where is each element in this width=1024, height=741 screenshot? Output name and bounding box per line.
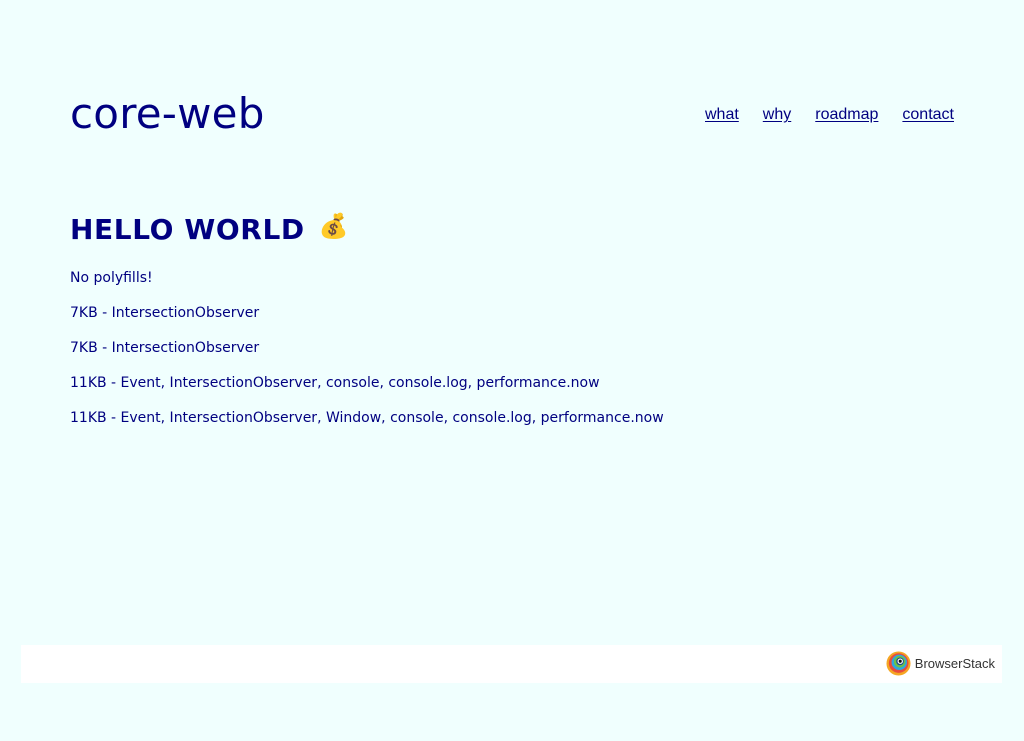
hero-title: HELLO WORLD 💰 — [70, 210, 930, 250]
list-item: 11KB - Event, IntersectionObserver, cons… — [70, 375, 600, 391]
nav-link-why[interactable]: why — [763, 104, 791, 126]
list-item: 7KB - IntersectionObserver — [70, 305, 260, 321]
nav-link-roadmap[interactable]: roadmap — [815, 104, 878, 126]
site-header: core-web what why roadmap contact — [70, 88, 954, 144]
footer-bar: BrowserStack — [21, 645, 1002, 683]
list-item: No polyfills! — [70, 270, 153, 286]
list-item: 11KB - Event, IntersectionObserver, Wind… — [70, 410, 664, 426]
main-content: HELLO WORLD 💰 No polyfills! 7KB - Inters… — [70, 210, 930, 444]
browserstack-badge[interactable]: BrowserStack — [886, 651, 995, 676]
feature-list: No polyfills! 7KB - IntersectionObserver… — [70, 269, 930, 427]
browserstack-logo-icon — [886, 651, 911, 676]
browserstack-label: BrowserStack — [914, 655, 995, 671]
main-nav: what why roadmap contact — [705, 104, 954, 126]
brand-title: core-web — [70, 89, 265, 138]
money-bag-icon: 💰 — [318, 212, 350, 240]
list-item: 7KB - IntersectionObserver — [70, 340, 260, 356]
nav-link-what[interactable]: what — [705, 104, 739, 126]
hero-title-text: HELLO WORLD — [70, 213, 305, 246]
nav-link-contact[interactable]: contact — [902, 104, 954, 126]
